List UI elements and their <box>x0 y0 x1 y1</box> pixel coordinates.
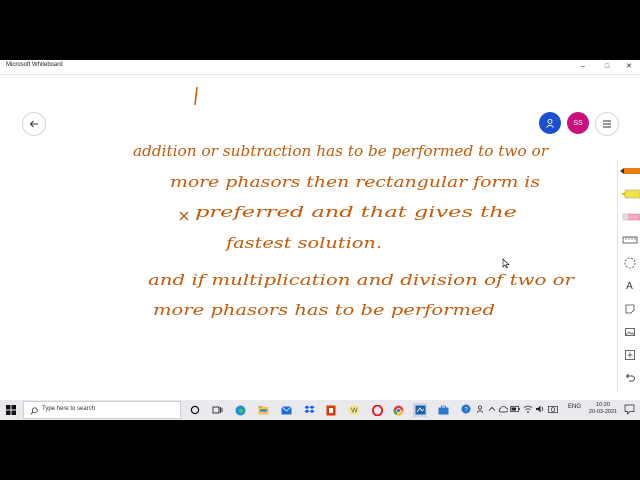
ink-stroke-fragment <box>194 86 198 106</box>
office-button[interactable] <box>324 403 338 417</box>
people-icon[interactable] <box>476 405 484 413</box>
network-icon[interactable] <box>523 404 533 414</box>
volume-icon[interactable] <box>535 404 545 414</box>
start-button[interactable] <box>4 403 18 417</box>
task-view-button[interactable] <box>210 403 224 417</box>
lasso-icon <box>624 257 635 269</box>
cloud-icon[interactable] <box>498 405 508 413</box>
ink-line-4: fastest solution. <box>225 234 382 252</box>
store-icon <box>438 405 448 415</box>
maximize-button[interactable]: □ <box>596 60 618 74</box>
taskbar-search-box[interactable]: Type here to search <box>23 401 181 419</box>
edge-taskbar-button[interactable] <box>233 403 247 417</box>
whiteboard-app-icon <box>415 405 425 415</box>
add-tool[interactable] <box>618 344 640 366</box>
text-tool[interactable]: A <box>618 275 640 297</box>
add-icon <box>624 350 635 360</box>
cortana-icon <box>190 405 200 415</box>
svg-text:W: W <box>351 408 358 415</box>
app-window: Microsoft Whiteboard – □ ✕ addition or s… <box>0 60 640 420</box>
highlighter-yellow-tool[interactable] <box>618 183 640 205</box>
search-placeholder: Type here to search <box>42 406 96 412</box>
clock-time: 10:20 <box>596 402 610 408</box>
back-arrow-icon <box>29 120 38 128</box>
whiteboard-w-icon: W <box>348 404 360 416</box>
ink-toolbar: A <box>617 160 640 392</box>
window-title: Microsoft Whiteboard <box>6 62 63 68</box>
avatar-initials: SS <box>573 119 583 127</box>
whiteboard-app-taskbar-button[interactable] <box>413 403 427 417</box>
lasso-tool[interactable] <box>618 252 640 274</box>
minimize-button[interactable]: – <box>572 60 594 74</box>
chrome-button[interactable] <box>391 403 405 417</box>
search-icon <box>30 407 38 415</box>
dropbox-button[interactable] <box>302 403 316 417</box>
person-icon <box>546 118 554 128</box>
text-icon: A <box>626 280 633 292</box>
back-button[interactable] <box>22 112 46 136</box>
whiteboard-w-button[interactable]: W <box>347 403 361 417</box>
file-explorer-icon <box>258 406 268 415</box>
eraser-icon <box>622 213 640 221</box>
mail-icon <box>280 405 292 414</box>
image-tool[interactable] <box>618 321 640 343</box>
ink-line-1: addition or subtraction has to be perfor… <box>133 142 549 160</box>
whiteboard-canvas[interactable]: addition or subtraction has to be perfor… <box>0 75 640 400</box>
edge-icon <box>235 405 245 415</box>
invite-people-button[interactable] <box>539 112 561 134</box>
windows-logo-icon <box>6 405 16 415</box>
image-icon <box>624 328 635 336</box>
task-view-icon <box>212 406 222 414</box>
eraser-tool[interactable] <box>618 206 640 228</box>
pen-orange-icon <box>619 168 640 174</box>
highlighter-yellow-icon <box>620 189 640 199</box>
office-icon <box>326 405 336 415</box>
mouse-cursor-icon <box>502 258 510 269</box>
settings-menu-button[interactable] <box>595 112 619 136</box>
ruler-icon <box>622 236 637 244</box>
system-clock[interactable]: 10:20 20-03-2021 <box>586 402 620 416</box>
ink-line-2: more phasors then rectangular form is <box>170 173 540 191</box>
battery-icon[interactable] <box>510 405 520 413</box>
opera-icon <box>371 404 383 416</box>
svg-text:?: ? <box>464 407 468 414</box>
language-indicator[interactable]: ENG <box>568 404 581 410</box>
notifications-icon[interactable] <box>624 404 635 415</box>
help-icon[interactable]: ? <box>461 404 471 414</box>
undo-button[interactable] <box>618 367 640 389</box>
taskbar: Type here to search W ? ENG 10:20 20-03-… <box>0 400 640 420</box>
ink-line-5: and if multiplication and division of tw… <box>148 271 575 289</box>
hamburger-menu-icon <box>603 120 611 128</box>
pen-orange-tool[interactable] <box>618 160 640 182</box>
note-tool[interactable] <box>618 298 640 320</box>
ink-line-6: more phasors has to be performed <box>153 301 495 319</box>
dropbox-icon <box>304 405 314 413</box>
title-bar: Microsoft Whiteboard – □ ✕ <box>0 60 640 75</box>
ruler-tool[interactable] <box>618 229 640 251</box>
ink-line-3: preferred and that gives the <box>195 203 517 221</box>
file-explorer-button[interactable] <box>256 403 270 417</box>
camera-icon[interactable] <box>548 404 558 414</box>
undo-icon <box>625 373 635 382</box>
chevron-up-icon[interactable] <box>488 405 496 413</box>
store-button[interactable] <box>436 403 450 417</box>
opera-button[interactable] <box>370 403 384 417</box>
chrome-icon <box>393 405 403 415</box>
clock-date: 20-03-2021 <box>588 409 618 415</box>
cortana-button[interactable] <box>188 403 202 417</box>
user-avatar[interactable]: SS <box>567 112 589 134</box>
note-icon <box>625 304 634 314</box>
ink-scribble <box>179 211 189 221</box>
close-button[interactable]: ✕ <box>618 60 640 74</box>
mail-button[interactable] <box>279 403 293 417</box>
